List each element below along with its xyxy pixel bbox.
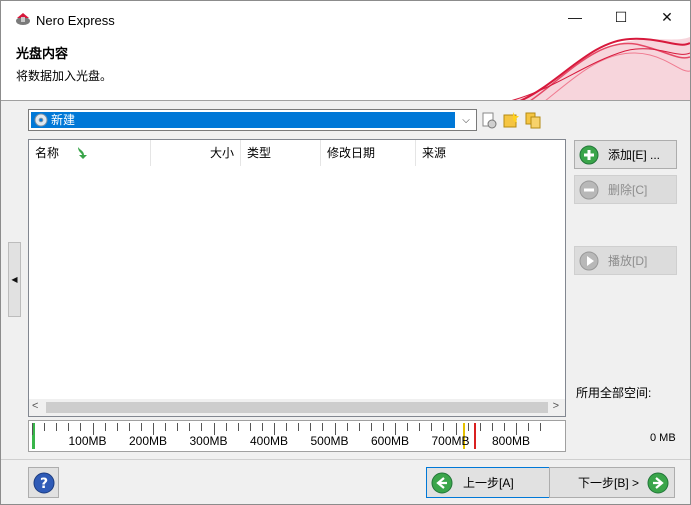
- ruler-tick: [177, 423, 179, 431]
- delete-button[interactable]: 删除[C]: [574, 175, 677, 204]
- minimize-button[interactable]: —: [552, 1, 598, 33]
- ruler-tick: [382, 423, 384, 431]
- page-title: 光盘内容: [16, 46, 69, 61]
- ruler-tick: [237, 423, 239, 431]
- ruler-tick: [225, 423, 227, 431]
- compilation-select[interactable]: 新建 ⌵: [28, 109, 477, 131]
- ruler-tick: [140, 423, 142, 431]
- column-header-name[interactable]: 名称: [29, 140, 151, 166]
- ruler-tick: [298, 423, 300, 431]
- ruler-tick: [443, 423, 445, 431]
- ruler-tick: [431, 423, 433, 431]
- ruler-tick: [56, 423, 58, 431]
- ruler-label: 700MB: [431, 434, 470, 448]
- copy-files-icon[interactable]: [524, 111, 542, 129]
- ruler-tick: [249, 423, 251, 431]
- column-header-size[interactable]: 大小: [151, 140, 241, 166]
- ruler-tick: [310, 423, 312, 431]
- ruler-tick: [104, 423, 106, 431]
- ruler-tick: [479, 423, 481, 431]
- ruler-tick: [201, 423, 203, 431]
- add-button[interactable]: 添加[E] ...: [574, 140, 677, 169]
- minus-icon: [579, 180, 599, 199]
- disc-icon: [34, 113, 48, 127]
- ruler-label: 800MB: [491, 434, 531, 448]
- ruler-tick: [261, 423, 263, 431]
- step-header: 光盘内容 将数据加入光盘。: [1, 33, 690, 101]
- ruler-tick: [503, 423, 505, 431]
- ruler-tick: [128, 423, 130, 431]
- delete-button-label: 删除[C]: [608, 183, 648, 197]
- ruler-tick: [358, 423, 360, 431]
- disc-info-icon[interactable]: [480, 111, 498, 129]
- total-space-value: 0 MB: [650, 432, 676, 444]
- ruler-tick: [44, 423, 46, 431]
- nero-express-window: Nero Express — ☐ ✕ 光盘内容 将数据加入光盘。 新建 ⌵ 名称…: [0, 0, 691, 505]
- window-title: Nero Express: [36, 13, 115, 28]
- ruler-tick: [80, 423, 82, 431]
- horizontal-scrollbar[interactable]: < >: [29, 399, 565, 416]
- ruler-tick: [540, 423, 542, 431]
- ruler-label: 400MB: [249, 434, 289, 448]
- close-button[interactable]: ✕: [644, 1, 690, 33]
- sort-down-arrow-icon: [78, 147, 87, 159]
- selected-compilation-label: 新建: [51, 113, 76, 127]
- play-icon: [579, 251, 599, 270]
- scroll-right-icon[interactable]: >: [553, 400, 559, 412]
- arrow-left-icon: [431, 472, 453, 493]
- ruler-tick: [467, 423, 469, 431]
- arrow-right-icon: [647, 472, 669, 493]
- ruler-tick: [419, 423, 421, 431]
- ruler-tick: [528, 423, 530, 431]
- collapse-panel-handle[interactable]: ◀: [8, 242, 21, 317]
- ruler-tick: [68, 423, 70, 431]
- ruler-tick: [346, 423, 348, 431]
- column-header-source[interactable]: 来源: [416, 140, 565, 166]
- add-button-label: 添加[E] ...: [608, 148, 661, 162]
- play-button[interactable]: 播放[D]: [574, 246, 677, 275]
- next-button[interactable]: 下一步[B] >: [549, 467, 675, 498]
- svg-text:?: ?: [39, 476, 47, 492]
- ruler-tick: [491, 423, 493, 431]
- play-button-label: 播放[D]: [608, 254, 648, 268]
- ruler-tick: [407, 423, 409, 431]
- help-button[interactable]: ?: [28, 467, 59, 498]
- back-button[interactable]: 上一步[A]: [426, 467, 552, 498]
- column-name-label: 名称: [35, 146, 60, 160]
- new-folder-icon[interactable]: [502, 111, 520, 129]
- ruler-label: 500MB: [310, 434, 349, 448]
- scroll-left-icon[interactable]: <: [32, 400, 38, 412]
- next-button-label: 下一步[B] >: [578, 476, 640, 490]
- ruler-label: 100MB: [68, 434, 107, 448]
- plus-icon: [579, 145, 599, 164]
- ruler-tick: [116, 423, 118, 431]
- ruler-label: 600MB: [370, 434, 410, 448]
- file-list[interactable]: 名称 大小 类型 修改日期 来源 < >: [28, 139, 566, 417]
- help-question-icon: ?: [33, 472, 54, 493]
- back-button-label: 上一步[A]: [463, 476, 514, 490]
- selected-compilation: 新建: [31, 112, 455, 128]
- wizard-footer: ? 上一步[A] 下一步[B] >: [1, 459, 690, 504]
- ruler-label: 300MB: [189, 434, 228, 448]
- capacity-ruler: 100MB 200MB 300MB 400MB 500MB 600MB 700MB 800MB: [28, 420, 566, 452]
- ruler-tick: [286, 423, 288, 431]
- chevron-down-icon[interactable]: ⌵: [458, 112, 474, 128]
- triangle-left-icon: ◀: [11, 275, 18, 284]
- ruler-tick: [32, 423, 33, 435]
- ruler-tick: [165, 423, 167, 431]
- total-space-label: 所用全部空间:: [576, 386, 652, 400]
- ruler-tick: [189, 423, 191, 431]
- page-subtitle: 将数据加入光盘。: [16, 69, 113, 83]
- ruler-tick: [370, 423, 372, 431]
- decorative-wave: [511, 37, 690, 100]
- column-header-type[interactable]: 类型: [241, 140, 321, 166]
- title-bar: Nero Express — ☐ ✕: [1, 1, 690, 33]
- ruler-tick: [322, 423, 324, 431]
- column-header-modified[interactable]: 修改日期: [321, 140, 416, 166]
- maximize-button[interactable]: ☐: [598, 1, 644, 33]
- ruler-label: 200MB: [128, 434, 168, 448]
- capacity-limit-marker: [474, 423, 476, 449]
- scrollbar-thumb[interactable]: [46, 402, 548, 413]
- nero-app-icon: [16, 13, 30, 25]
